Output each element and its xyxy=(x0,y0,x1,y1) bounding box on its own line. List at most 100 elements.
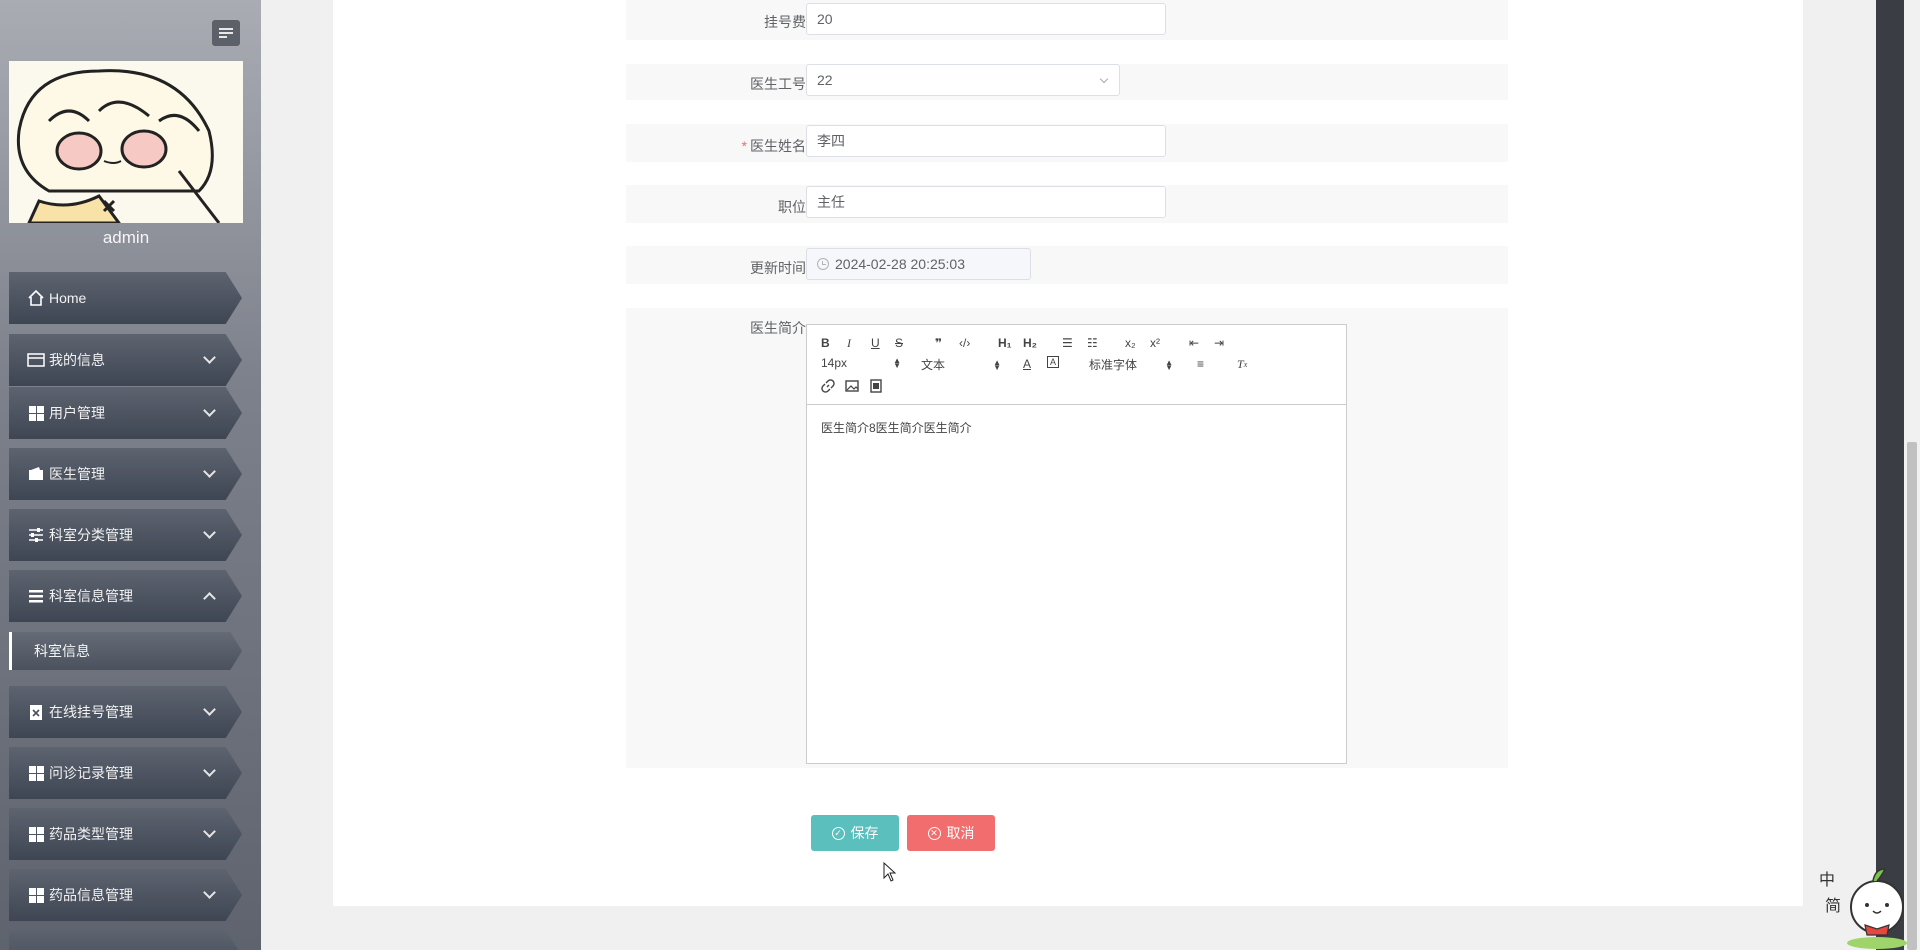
avatar xyxy=(9,61,243,223)
h1-icon[interactable]: H₁ xyxy=(998,335,1012,351)
mouse-cursor-icon xyxy=(883,862,897,882)
header-picker[interactable]: 文本 ▲ ▼ xyxy=(921,356,1001,373)
subscript-icon[interactable]: x₂ xyxy=(1125,335,1136,351)
menu-item-label: 在线挂号管理 xyxy=(49,704,133,720)
chevron-down-icon xyxy=(203,465,216,478)
fee-label: 挂号费 xyxy=(764,14,806,30)
clear-format-icon[interactable]: Tx xyxy=(1237,356,1247,372)
username: admin xyxy=(102,228,150,247)
font-size-picker[interactable]: 14px ▲ ▼ xyxy=(821,356,901,370)
updown-icon: ▲ ▼ xyxy=(1165,357,1173,372)
submenu-item-label: 科室信息 xyxy=(34,643,90,659)
main-panel: 挂号费 20 医生工号 22 * 医生姓名 李四 职位 主任 更新时间 2024-… xyxy=(333,0,1803,906)
clock-icon xyxy=(817,258,829,270)
save-button[interactable]: ✓ 保存 xyxy=(811,815,899,851)
page-edge-strip xyxy=(1876,0,1904,950)
fee-input[interactable]: 20 xyxy=(806,3,1166,35)
blockquote-icon[interactable]: ❞ xyxy=(935,335,942,351)
font-size-value: 14px xyxy=(821,356,848,370)
position-value: 主任 xyxy=(817,194,845,210)
menu-item-drug-info[interactable]: 药品信息管理 xyxy=(9,869,242,921)
menu-item-label: 用户管理 xyxy=(49,405,105,421)
chevron-down-icon xyxy=(203,825,216,838)
video-icon[interactable] xyxy=(869,378,883,394)
intro-label: 医生简介 xyxy=(750,320,806,336)
menu-item-dept-category[interactable]: 科室分类管理 xyxy=(9,509,242,561)
menu-item-dept-info[interactable]: 科室信息管理 xyxy=(9,570,242,622)
doctor-name-label: * 医生姓名 xyxy=(741,138,806,154)
chevron-down-icon xyxy=(203,351,216,364)
chevron-down-icon xyxy=(203,764,216,777)
clipboard-icon xyxy=(27,703,45,721)
form-row-intro: 医生简介 B I U S ❞ ‹/› H₁ H₂ ☰ ☷ x₂ x² ⇤ ⇥ 1… xyxy=(626,308,1508,768)
menu-item-label: Home xyxy=(49,290,87,306)
bold-icon[interactable]: B xyxy=(821,335,830,351)
ordered-list-icon[interactable]: ☰ xyxy=(1062,335,1073,351)
menu-item-label: 科室信息管理 xyxy=(49,588,133,604)
form-row-position: 职位 主任 xyxy=(626,185,1508,223)
font-family-picker[interactable]: 标准字体 ▲ ▼ xyxy=(1089,356,1173,373)
image-icon[interactable] xyxy=(845,378,859,394)
chevron-up-icon xyxy=(203,592,216,605)
h2-icon[interactable]: H₂ xyxy=(1023,335,1037,351)
updown-icon: ▲ ▼ xyxy=(893,356,901,370)
menu-item-online-register[interactable]: 在线挂号管理 xyxy=(9,686,242,738)
underline-icon[interactable]: U xyxy=(871,335,880,351)
superscript-icon[interactable]: x² xyxy=(1150,335,1160,351)
check-circle-icon: ✓ xyxy=(831,826,845,840)
form-row-doctor-name: * 医生姓名 李四 xyxy=(626,124,1508,162)
save-label: 保存 xyxy=(850,825,879,841)
editor-content[interactable]: 医生简介8医生简介医生简介 xyxy=(807,405,1346,450)
doctor-name-input[interactable]: 李四 xyxy=(806,125,1166,157)
italic-icon[interactable]: I xyxy=(847,335,851,351)
editor-toolbar: B I U S ❞ ‹/› H₁ H₂ ☰ ☷ x₂ x² ⇤ ⇥ 14px ▲… xyxy=(807,325,1346,405)
menu-item-consult-records[interactable]: 问诊记录管理 xyxy=(9,747,242,799)
grid-icon xyxy=(27,404,45,422)
text-color-icon[interactable]: A xyxy=(1023,356,1031,372)
bullet-list-icon[interactable]: ☷ xyxy=(1087,335,1098,351)
menu-item-more[interactable] xyxy=(9,930,242,950)
list-icon xyxy=(27,587,45,605)
font-family-value: 标准字体 xyxy=(1089,358,1138,372)
menu-item-home[interactable]: Home xyxy=(9,272,242,324)
form-row-doctor-id: 医生工号 22 xyxy=(626,64,1508,100)
close-circle-icon: ✕ xyxy=(927,826,941,840)
menu-item-label: 我的信息 xyxy=(49,352,105,368)
rich-text-editor: B I U S ❞ ‹/› H₁ H₂ ☰ ☷ x₂ x² ⇤ ⇥ 14px ▲… xyxy=(806,324,1347,764)
link-icon[interactable] xyxy=(821,378,835,394)
position-input[interactable]: 主任 xyxy=(806,186,1166,218)
submenu-item-dept-info[interactable]: 科室信息 xyxy=(9,632,242,670)
sliders-icon xyxy=(27,526,45,544)
chevron-down-icon xyxy=(203,404,216,417)
indent-icon[interactable]: ⇥ xyxy=(1214,335,1224,351)
outdent-icon[interactable]: ⇤ xyxy=(1189,335,1199,351)
align-icon[interactable]: ≡ xyxy=(1197,356,1204,372)
fee-value: 20 xyxy=(817,11,833,27)
wallet-icon xyxy=(27,465,45,483)
cancel-button[interactable]: ✕ 取消 xyxy=(907,815,995,851)
menu-item-drug-type[interactable]: 药品类型管理 xyxy=(9,808,242,860)
grid-icon xyxy=(27,825,45,843)
cancel-label: 取消 xyxy=(946,825,975,841)
doctor-name-value: 李四 xyxy=(817,133,845,149)
menu-item-label: 问诊记录管理 xyxy=(49,765,133,781)
mascot-widget-icon[interactable]: 中 简 xyxy=(1815,855,1911,950)
menu-item-label: 药品类型管理 xyxy=(49,826,133,842)
svg-text:中: 中 xyxy=(1819,870,1835,889)
menu-item-user-mgmt[interactable]: 用户管理 xyxy=(9,387,242,439)
menu-item-my-info[interactable]: 我的信息 xyxy=(9,334,242,386)
chevron-down-icon xyxy=(203,703,216,716)
menu-item-doctor-mgmt[interactable]: 医生管理 xyxy=(9,448,242,500)
strike-icon[interactable]: S xyxy=(895,335,903,351)
updated-value: 2024-02-28 20:25:03 xyxy=(835,256,965,272)
position-label: 职位 xyxy=(778,199,806,215)
chevron-down-icon xyxy=(1099,74,1109,84)
code-icon[interactable]: ‹/› xyxy=(959,335,970,351)
updown-icon: ▲ ▼ xyxy=(993,357,1001,372)
collapse-menu-button[interactable] xyxy=(212,20,240,46)
grid-icon xyxy=(27,764,45,782)
background-color-icon[interactable]: A xyxy=(1047,356,1059,368)
doctor-id-select[interactable]: 22 xyxy=(806,64,1120,96)
updated-datetime-input[interactable]: 2024-02-28 20:25:03 xyxy=(806,248,1031,280)
form-row-updated: 更新时间 2024-02-28 20:25:03 xyxy=(626,246,1508,284)
